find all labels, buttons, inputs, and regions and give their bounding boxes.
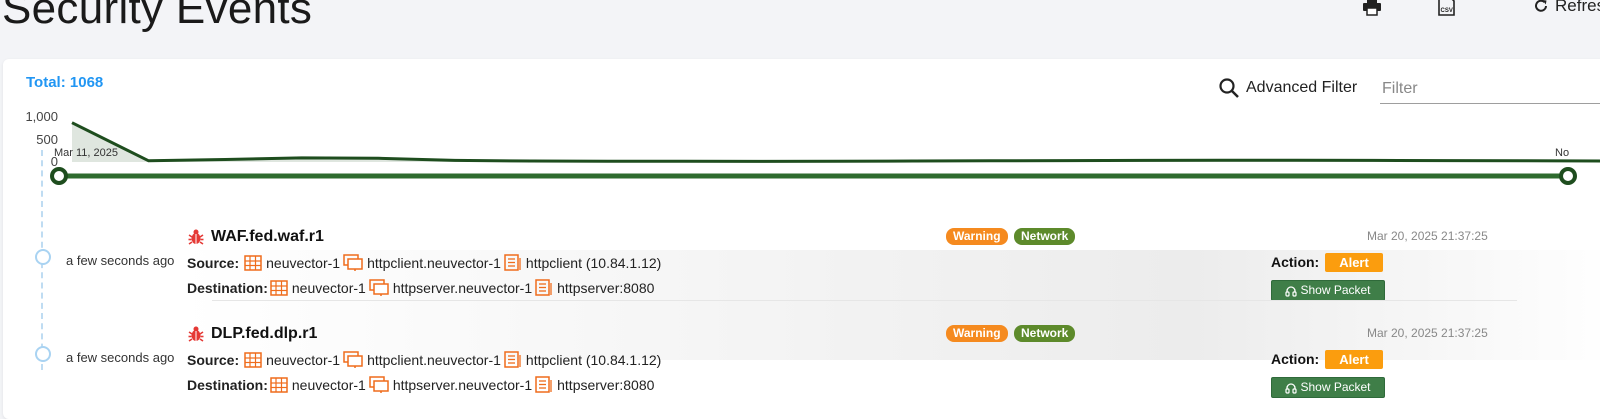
event-timestamp: Mar 20, 2025 21:37:25 (1367, 326, 1488, 340)
show-packet-button[interactable]: Show Packet (1271, 280, 1385, 301)
service-icon (504, 254, 522, 271)
refresh-label: Refresh (1555, 0, 1600, 15)
event-divider (212, 300, 1517, 301)
destination-service[interactable]: httpserver:8080 (557, 377, 654, 393)
show-packet-label: Show Packet (1300, 283, 1371, 297)
severity-badge: Warning (946, 325, 1008, 342)
headset-icon (1285, 382, 1298, 394)
y-tick-label-0: 1,000 (25, 109, 58, 124)
bug-icon (188, 229, 204, 245)
source-label: Source: (187, 254, 240, 271)
event-relative-time: a few seconds ago (66, 253, 175, 268)
headset-icon (1285, 285, 1298, 297)
source-workload[interactable]: httpclient.neuvector-1 (367, 352, 501, 368)
y-tick-label-1: 500 (36, 132, 58, 147)
destination-namespace[interactable]: neuvector-1 (292, 280, 366, 296)
refresh-button[interactable]: Refresh (1533, 0, 1600, 16)
svg-text:CSV: CSV (1441, 8, 1453, 14)
type-badge: Network (1014, 228, 1076, 245)
event-timestamp: Mar 20, 2025 21:37:25 (1367, 229, 1488, 243)
action-alert-badge: Alert (1325, 253, 1383, 272)
destination-namespace[interactable]: neuvector-1 (292, 377, 366, 393)
source-row: Source: neuvector-1 httpclient.neuvector… (187, 254, 661, 271)
action-alert-badge: Alert (1325, 350, 1383, 369)
export-csv-button[interactable]: CSV (1436, 0, 1456, 21)
page-title: Security Events (2, 0, 313, 33)
destination-workload[interactable]: httpserver.neuvector-1 (393, 280, 532, 296)
workload-icon (343, 254, 363, 271)
timeline-dot (35, 249, 51, 265)
chart-area-fill (72, 122, 1600, 162)
severity-badge: Warning (946, 228, 1008, 245)
events-timeline-chart: 1,000 500 0 Mar 11, 2025 No (25, 109, 1600, 185)
destination-label: Destination: (187, 279, 268, 296)
namespace-icon (270, 279, 288, 296)
namespace-icon (244, 254, 262, 271)
event-row[interactable]: a few seconds ago DLP.fed.dlp.r1 Warning… (0, 317, 1600, 413)
source-namespace[interactable]: neuvector-1 (266, 255, 340, 271)
refresh-icon (1535, 0, 1547, 12)
workload-icon (369, 279, 389, 296)
source-namespace[interactable]: neuvector-1 (266, 352, 340, 368)
range-slider-handle-end[interactable] (1559, 167, 1577, 185)
type-badge: Network (1014, 325, 1076, 342)
service-icon (504, 351, 522, 368)
source-service[interactable]: httpclient (10.84.1.12) (526, 255, 661, 271)
source-service[interactable]: httpclient (10.84.1.12) (526, 352, 661, 368)
timeline-dot (35, 346, 51, 362)
service-icon (535, 279, 553, 296)
event-title: DLP.fed.dlp.r1 (211, 325, 318, 342)
source-label: Source: (187, 351, 240, 368)
destination-service[interactable]: httpserver:8080 (557, 280, 654, 296)
service-icon (535, 376, 553, 393)
workload-icon (343, 351, 363, 368)
destination-row: Destination: neuvector-1 httpserver.neuv… (187, 376, 654, 393)
chart-series-line (71, 121, 1600, 163)
destination-row: Destination: neuvector-1 httpserver.neuv… (187, 279, 654, 296)
source-row: Source: neuvector-1 httpclient.neuvector… (187, 351, 661, 368)
destination-workload[interactable]: httpserver.neuvector-1 (393, 377, 532, 393)
printer-icon (1363, 0, 1381, 16)
namespace-icon (244, 351, 262, 368)
destination-label: Destination: (187, 376, 268, 393)
show-packet-label: Show Packet (1300, 380, 1371, 394)
show-packet-button[interactable]: Show Packet (1271, 377, 1385, 398)
source-workload[interactable]: httpclient.neuvector-1 (367, 255, 501, 271)
print-button[interactable] (1362, 0, 1382, 21)
action-label: Action: (1271, 351, 1320, 367)
csv-file-icon: CSV (1438, 0, 1455, 16)
event-title: WAF.fed.waf.r1 (211, 228, 324, 245)
range-slider-handle-start[interactable] (50, 167, 68, 185)
bug-icon (188, 326, 204, 342)
event-relative-time: a few seconds ago (66, 350, 175, 365)
event-row[interactable]: a few seconds ago WAF.fed.waf.r1 Warning… (0, 220, 1600, 316)
chart-start-date: Mar 11, 2025 (54, 147, 118, 159)
workload-icon (369, 376, 389, 393)
chart-end-date: No (1555, 147, 1569, 159)
namespace-icon (270, 376, 288, 393)
action-label: Action: (1271, 254, 1320, 270)
